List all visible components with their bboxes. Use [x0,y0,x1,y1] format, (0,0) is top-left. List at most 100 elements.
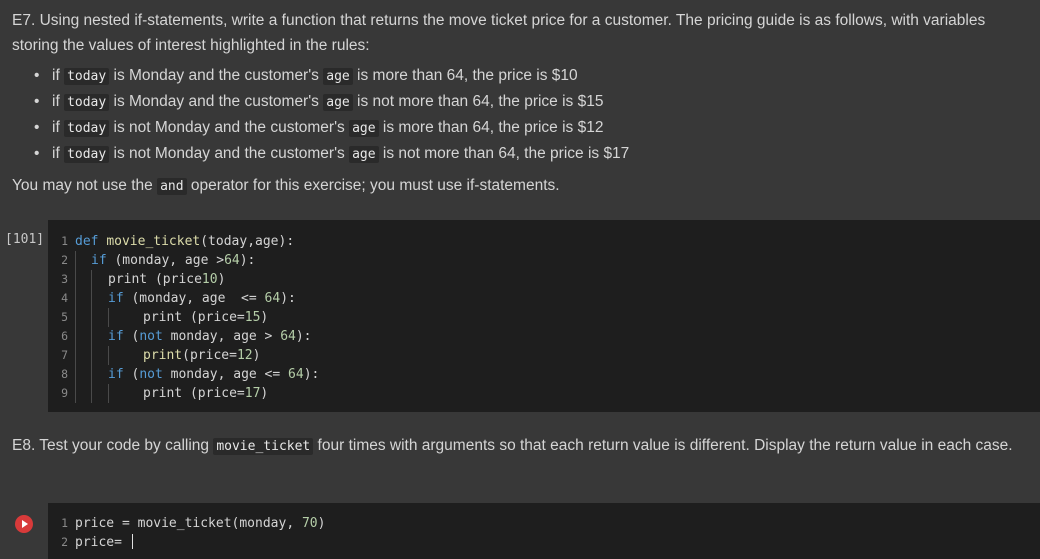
rule-item: if today is not Monday and the customer'… [34,115,1032,141]
rule-text: is more than 64, the price is $12 [378,119,604,136]
indent-guide [75,308,76,327]
e8-text-cell: E8. Test your code by calling movie_tick… [12,433,1022,459]
code-text: ): [295,329,312,344]
code-text: ): [280,291,296,306]
indent-guide [75,251,76,270]
code-line: 1 def movie_ticket(today,age): [48,232,294,251]
keyword: if [108,367,124,382]
line-number: 6 [61,329,68,343]
number-literal: 12 [236,348,253,363]
rule-text: if [52,145,65,162]
code-text: ): [303,367,320,382]
indent-guide [75,270,76,289]
rule-item: if today is Monday and the customer's ag… [34,63,1032,89]
rule-text: is not more than 64, the price is $17 [378,145,630,162]
line-number: 2 [61,253,68,267]
code-text: ( [123,329,140,344]
number-literal: 10 [201,272,218,287]
number-literal: 64 [224,253,240,268]
keyword: def [75,234,99,249]
code-editor-active[interactable]: 1 price = movie_ticket(monday, 70) 2 price… [48,503,1040,559]
text-cursor [131,534,133,549]
number-literal: 64 [264,291,281,306]
indent-guide [75,384,76,403]
note-text: operator for this exercise; you must use… [186,177,560,194]
inline-code: age [349,120,379,137]
code-text: (monday, age <= [123,291,265,306]
note-text: You may not use the [12,177,158,194]
indent-guide [91,289,92,308]
rule-text: if [52,67,65,84]
inline-code: today [64,94,110,111]
code-line: 2 if (monday, age >64): [48,251,255,270]
keyword: not [139,329,163,344]
function-name: print [143,348,183,363]
code-text: print (price= [143,310,245,325]
inline-code: today [64,146,110,163]
code-line: 7 print(price=12) [48,346,260,365]
inline-code: age [323,94,353,111]
pricing-rules-list: if today is Monday and the customer's ag… [12,63,1032,167]
line-number: 1 [61,234,68,248]
e7-text-cell: E7. Using nested if-statements, write a … [12,8,1032,199]
inline-code: and [157,178,187,195]
line-number: 9 [61,386,68,400]
rule-text: is not Monday and the customer's [109,119,350,136]
code-text: ) [217,272,226,287]
keyword: not [139,367,163,382]
indent-guide [91,327,92,346]
indent-guide [75,365,76,384]
line-number: 8 [61,367,68,381]
code-text: monday, age > [162,329,281,344]
line-number: 2 [61,535,68,549]
indent-guide [75,289,76,308]
rule-text: if [52,119,65,136]
number-literal: 70 [301,516,318,531]
rule-text: is not Monday and the customer's [109,145,350,162]
code-editor[interactable]: 1 def movie_ticket(today,age): 2 if (monda… [48,220,1040,412]
code-line: 5 print (price=15) [48,308,268,327]
execution-count: [101] [5,232,45,247]
code-text: ) [260,386,269,401]
indent-guide [108,346,109,365]
indent-guide [91,270,92,289]
line-number: 7 [61,348,68,362]
inline-code: today [64,120,110,137]
number-literal: 17 [244,386,261,401]
inline-code: age [349,146,379,163]
inline-code: today [64,68,110,85]
indent-guide [108,308,109,327]
code-text: print (price= [143,386,245,401]
e8-text: E8. Test your code by calling [12,437,214,454]
keyword: if [108,329,124,344]
code-text: (today,age): [200,234,295,249]
number-literal: 64 [280,329,296,344]
code-text: ) [252,348,261,363]
code-line: 8 if (not monday, age <= 64): [48,365,319,384]
rule-item: if today is not Monday and the customer'… [34,141,1032,167]
code-line: 3 print (price10) [48,270,225,289]
code-cell-active: 1 price = movie_ticket(monday, 70) 2 price… [0,503,1040,559]
indent-guide [91,346,92,365]
code-line: 2 price= [48,533,133,552]
code-text: monday, age <= [162,367,289,382]
code-line: 9 print (price=17) [48,384,268,403]
code-text: (monday, age > [106,253,225,268]
code-line: 6 if (not monday, age > 64): [48,327,312,346]
function-name: movie_ticket [106,234,201,249]
indent-guide [91,384,92,403]
line-number: 4 [61,291,68,305]
code-text: (price= [182,348,237,363]
code-text: print (price [108,272,202,287]
e7-intro: E7. Using nested if-statements, write a … [12,12,986,54]
rule-text: is Monday and the customer's [109,93,324,110]
keyword: if [91,253,107,268]
rule-text: is more than 64, the price is $10 [352,67,578,84]
indent-guide [91,308,92,327]
run-cell-button[interactable] [15,515,33,533]
rule-text: if [52,93,65,110]
e7-note: You may not use the and operator for thi… [12,173,1032,199]
e8-text: four times with arguments so that each r… [313,437,1013,454]
indent-guide [108,384,109,403]
rule-item: if today is Monday and the customer's ag… [34,89,1032,115]
